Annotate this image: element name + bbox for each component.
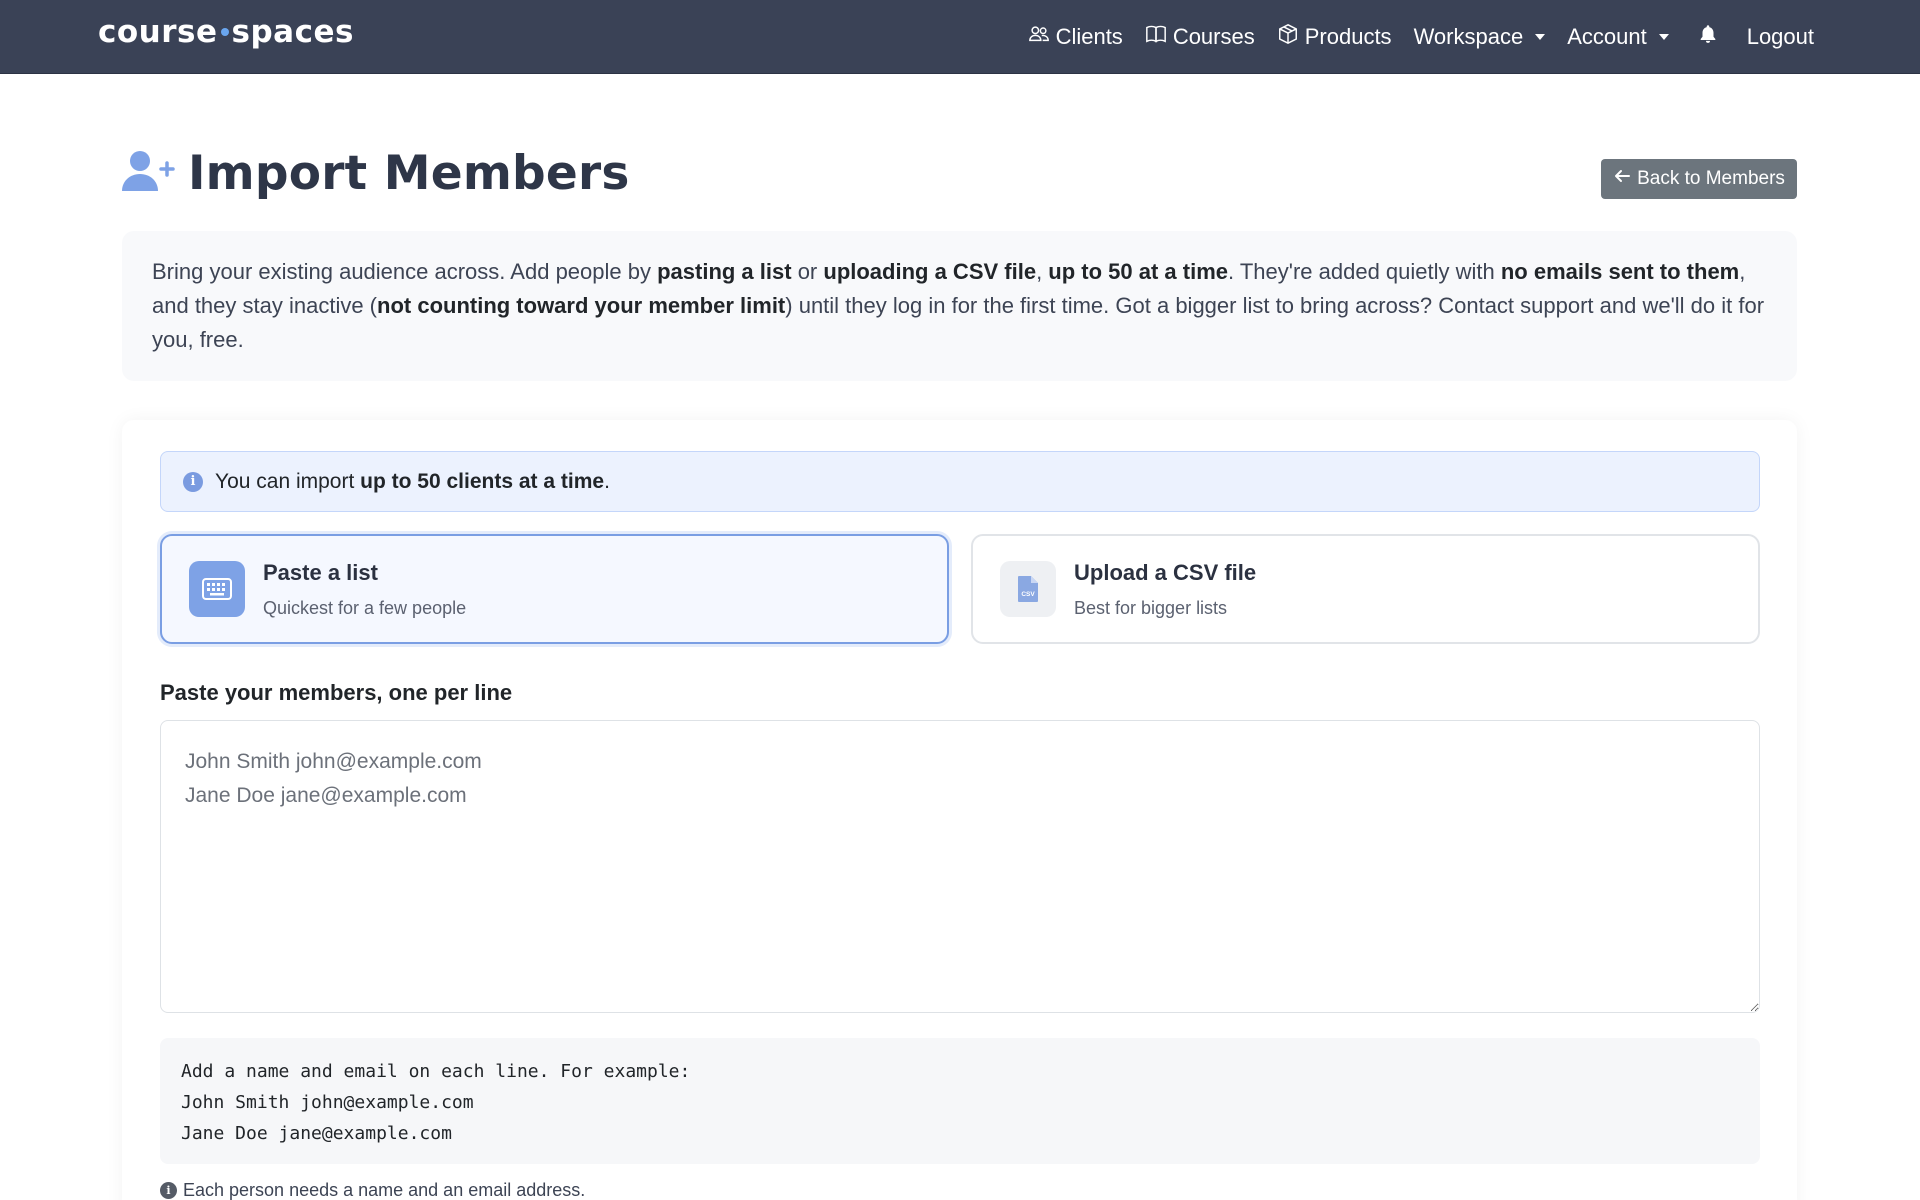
paste-list-option[interactable]: Paste a list Quickest for a few people bbox=[160, 534, 949, 644]
example-line: John Smith john@example.com bbox=[181, 1092, 474, 1113]
intro-text: Bring your existing audience across. Add… bbox=[152, 259, 658, 284]
paste-members-textarea[interactable] bbox=[160, 720, 1760, 1013]
alert-emphasis: up to 50 clients at a time bbox=[360, 469, 605, 493]
import-limit-alert: i You can import up to 50 clients at a t… bbox=[160, 451, 1760, 512]
csv-option-subtitle: Best for bigger lists bbox=[1074, 597, 1228, 618]
paste-option-title: Paste a list bbox=[263, 559, 378, 585]
paste-option-subtitle: Quickest for a few people bbox=[263, 597, 467, 618]
brand-text-right: spaces bbox=[231, 14, 354, 50]
keyboard-icon bbox=[189, 561, 245, 617]
example-line: Add a name and email on each line. For e… bbox=[181, 1061, 691, 1082]
notifications-button[interactable] bbox=[1691, 23, 1725, 51]
info-circle-icon: i bbox=[160, 1182, 177, 1199]
page-title: Import Members bbox=[188, 146, 630, 201]
paste-option-text: Paste a list Quickest for a few people bbox=[263, 560, 466, 619]
chevron-down-icon bbox=[1658, 34, 1669, 40]
page-header: Import Members bbox=[122, 146, 630, 201]
csv-option-text: Upload a CSV file Best for bigger lists bbox=[1074, 560, 1256, 619]
intro-emphasis: up to 50 at a time bbox=[1048, 259, 1229, 284]
nav-products-label: Products bbox=[1304, 24, 1392, 49]
nav-logout[interactable]: Logout bbox=[1747, 24, 1814, 50]
upload-csv-option[interactable]: CSV Upload a CSV file Best for bigger li… bbox=[971, 534, 1760, 644]
nav-logout-label: Logout bbox=[1746, 24, 1814, 49]
box-icon bbox=[1277, 23, 1299, 51]
info-circle-icon: i bbox=[183, 471, 203, 492]
brand-logo[interactable]: course spaces bbox=[98, 14, 354, 50]
csv-file-icon: CSV bbox=[1000, 561, 1056, 617]
brand-text-left: course bbox=[98, 14, 218, 50]
alert-suffix: . bbox=[604, 469, 610, 493]
nav-account-dropdown[interactable]: Account bbox=[1567, 24, 1669, 50]
intro-emphasis: no emails sent to them bbox=[1500, 259, 1740, 284]
book-icon bbox=[1145, 23, 1167, 51]
intro-text: or bbox=[791, 259, 824, 284]
chevron-down-icon bbox=[1535, 34, 1546, 40]
user-plus-icon bbox=[122, 147, 178, 200]
nav-workspace-label: Workspace bbox=[1413, 24, 1524, 49]
intro-emphasis: uploading a CSV file bbox=[823, 259, 1037, 284]
intro-emphasis: pasting a list bbox=[657, 259, 792, 284]
requirements-note-text: Each person needs a name and an email ad… bbox=[183, 1180, 586, 1200]
brand-dot bbox=[220, 27, 229, 36]
csv-option-title: Upload a CSV file bbox=[1074, 559, 1257, 585]
format-example-box: Add a name and email on each line. For e… bbox=[160, 1038, 1760, 1164]
back-to-members-label: Back to Members bbox=[1637, 168, 1785, 189]
nav-account-label: Account bbox=[1567, 24, 1647, 49]
alert-text: You can import up to 50 clients at a tim… bbox=[215, 470, 610, 494]
nav-workspace-dropdown[interactable]: Workspace bbox=[1414, 24, 1546, 50]
nav-courses-label: Courses bbox=[1172, 24, 1255, 49]
intro-text: , bbox=[1036, 259, 1049, 284]
bell-icon bbox=[1697, 23, 1719, 51]
example-line: Jane Doe jane@example.com bbox=[181, 1123, 452, 1144]
nav-clients[interactable]: Clients bbox=[1028, 23, 1123, 51]
users-icon bbox=[1028, 23, 1050, 51]
nav-clients-label: Clients bbox=[1055, 24, 1123, 49]
paste-members-label: Paste your members, one per line bbox=[160, 680, 513, 705]
intro-emphasis: not counting toward your member limit bbox=[377, 293, 786, 318]
top-navbar: course spaces Clients Courses Products Wo… bbox=[0, 0, 1920, 74]
csv-icon-label: CSV bbox=[1021, 591, 1035, 598]
intro-description: Bring your existing audience across. Add… bbox=[122, 231, 1797, 381]
main-nav: Clients Courses Products Workspace Accou… bbox=[1028, 0, 1814, 74]
arrow-left-icon bbox=[1613, 167, 1631, 191]
alert-prefix: You can import bbox=[215, 469, 361, 493]
back-to-members-button[interactable]: Back to Members bbox=[1601, 159, 1797, 199]
intro-text: . They're added quietly with bbox=[1228, 259, 1501, 284]
nav-courses[interactable]: Courses bbox=[1145, 23, 1255, 51]
requirements-note: i Each person needs a name and an email … bbox=[160, 1180, 585, 1200]
nav-products[interactable]: Products bbox=[1277, 23, 1392, 51]
